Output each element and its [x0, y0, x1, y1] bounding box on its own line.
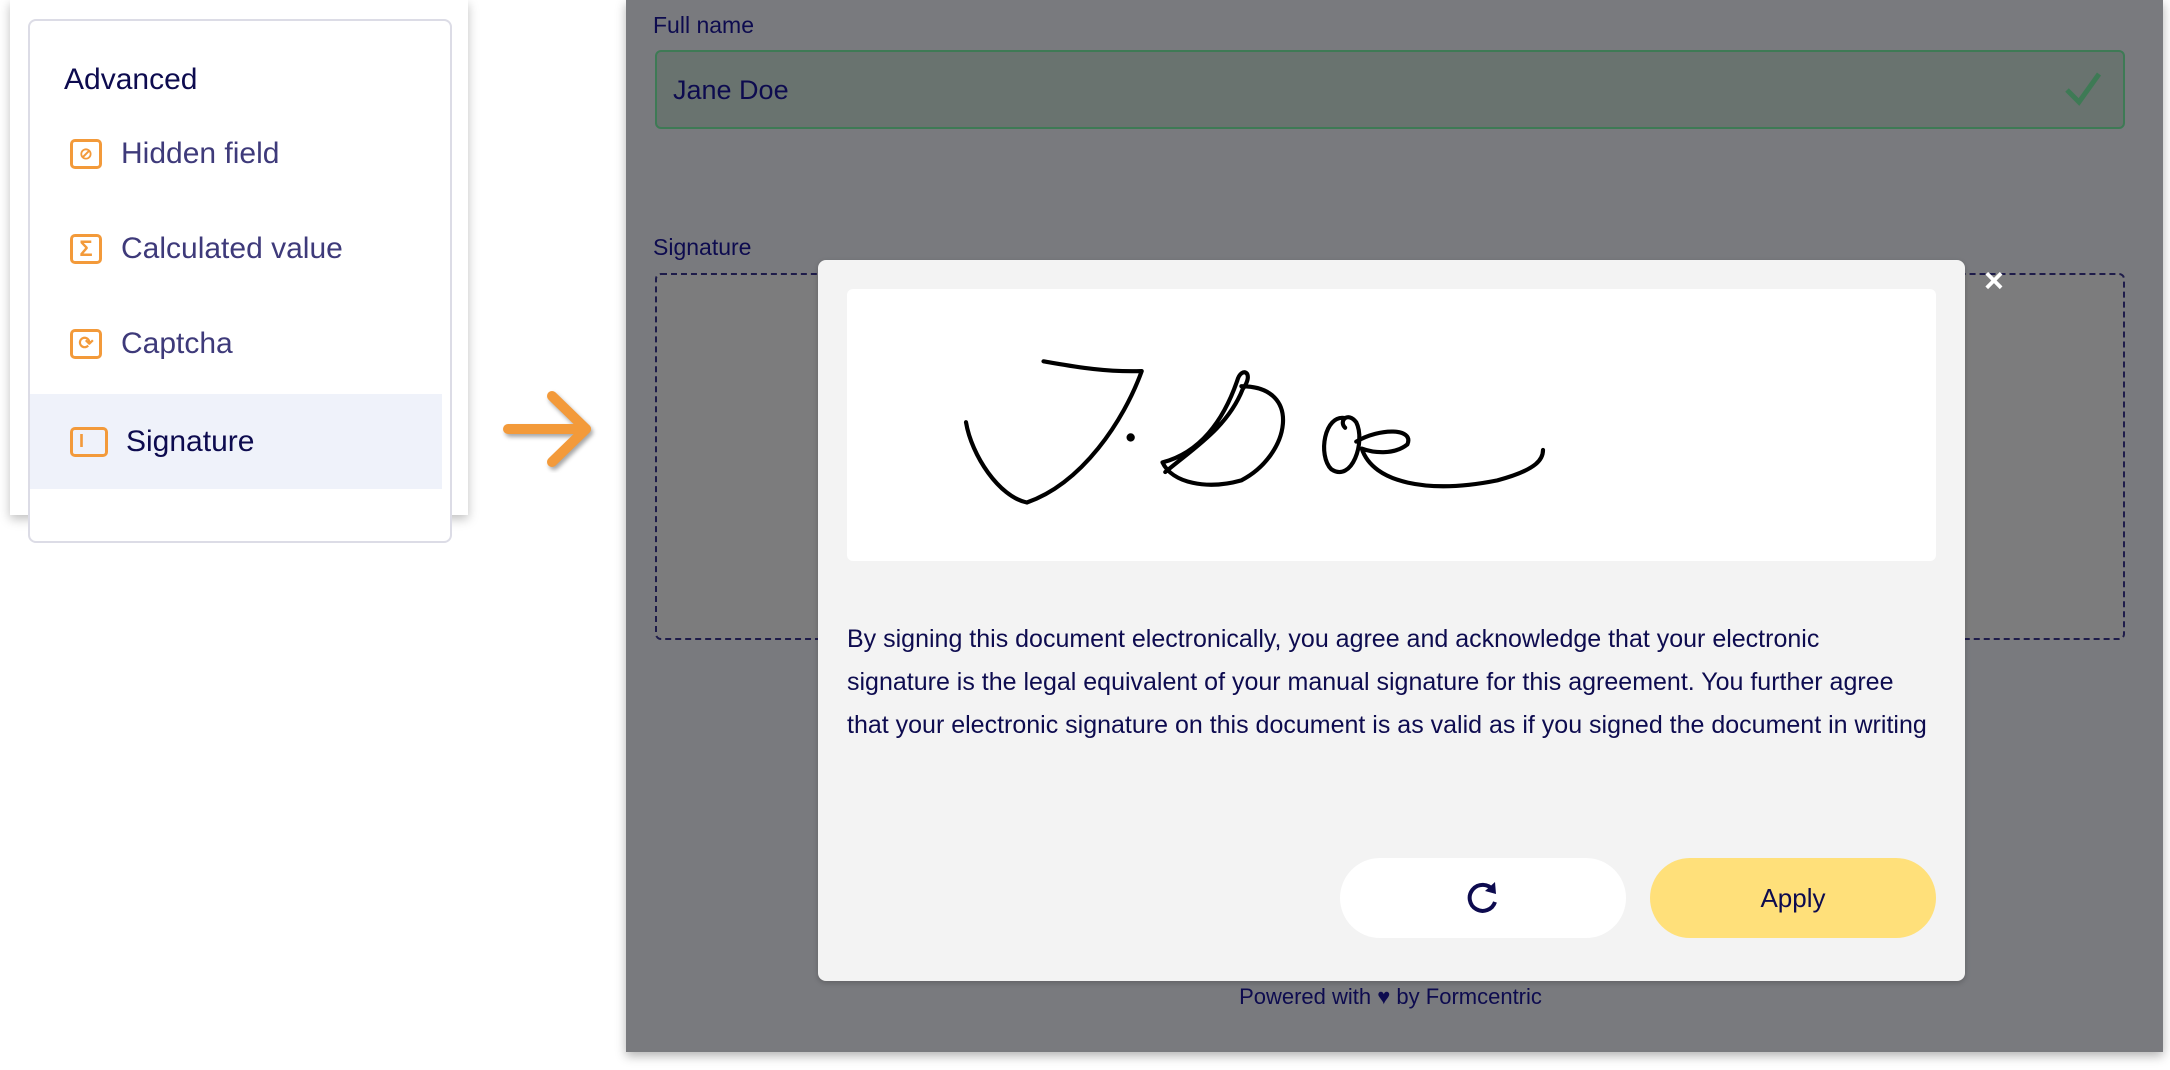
powered-by-footer: Powered with ♥ by Formcentric — [1239, 984, 1542, 1009]
full-name-label: Full name — [653, 12, 754, 38]
sigma-icon: Σ — [70, 233, 102, 264]
check-icon — [2065, 72, 2102, 106]
apply-button[interactable]: Apply — [1650, 858, 1936, 938]
signature-field-icon: I — [70, 426, 108, 457]
captcha-icon: ⟳ — [70, 328, 102, 359]
signature-canvas[interactable] — [847, 289, 1936, 561]
advanced-panel: Advanced ⊘ Hidden field Σ Calculated val… — [28, 19, 452, 543]
section-title: Advanced — [64, 63, 198, 96]
close-icon[interactable]: × — [1984, 262, 2004, 301]
palette-item-hidden-field[interactable]: ⊘ Hidden field — [30, 106, 442, 201]
reset-signature-button[interactable] — [1340, 858, 1626, 938]
signature-dialog: By signing this document electronically,… — [818, 260, 1965, 981]
item-label: Captcha — [121, 326, 233, 360]
legal-disclaimer: By signing this document electronically,… — [847, 625, 1927, 739]
eye-off-icon: ⊘ — [70, 138, 102, 169]
redo-icon — [1467, 882, 1497, 913]
full-name-input[interactable]: Jane Doe — [655, 50, 2125, 129]
item-label: Signature — [126, 424, 255, 458]
palette-item-signature[interactable]: I Signature — [30, 394, 442, 489]
full-name-value: Jane Doe — [673, 75, 789, 105]
signature-label: Signature — [653, 234, 752, 260]
palette-item-calculated-value[interactable]: Σ Calculated value — [30, 201, 442, 296]
signature-drawing — [963, 359, 1546, 505]
item-label: Hidden field — [121, 136, 280, 170]
arrow-right-icon — [503, 391, 591, 467]
field-palette-card: Advanced ⊘ Hidden field Σ Calculated val… — [10, 0, 468, 543]
palette-item-captcha[interactable]: ⟳ Captcha — [30, 296, 442, 391]
item-label: Calculated value — [121, 231, 343, 265]
